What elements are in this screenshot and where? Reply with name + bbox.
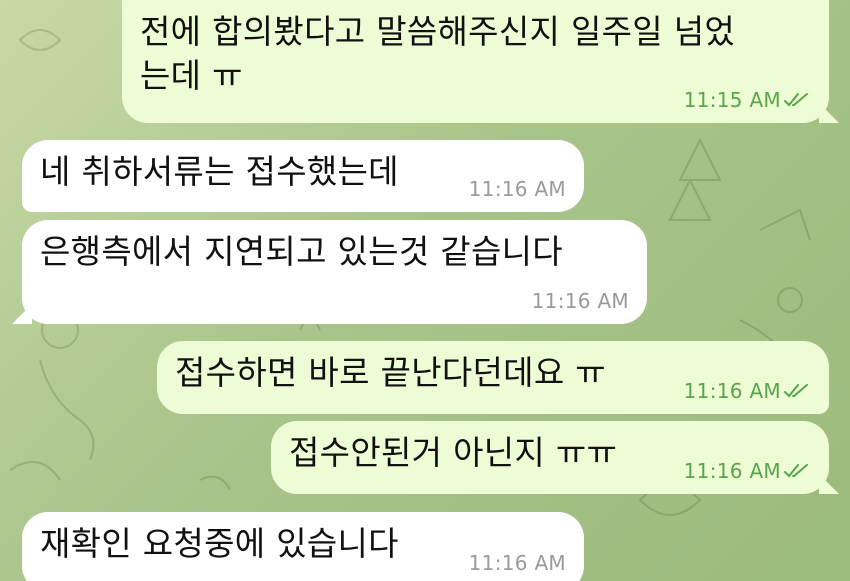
outgoing-message-bubble[interactable]: 접수하면 바로 끝난다던데요 ㅠ 11:16 AM <box>157 341 829 414</box>
outgoing-message-bubble[interactable]: 전에 합의봤다고 말씀해주신지 일주일 넘었 는데 ㅠ 11:15 AM <box>122 0 829 123</box>
chat-message-list[interactable]: 전에 합의봤다고 말씀해주신지 일주일 넘었 는데 ㅠ 11:15 AM 네 취… <box>0 0 850 581</box>
double-check-icon <box>784 384 808 398</box>
message-time: 11:16 AM <box>531 289 629 313</box>
outgoing-message-bubble[interactable]: 접수안된거 아닌지 ㅠㅠ 11:16 AM <box>271 421 829 494</box>
message-line: 은행측에서 지연되고 있는것 같습니다 <box>40 232 563 271</box>
message-meta: 11:16 AM <box>469 178 566 200</box>
message-time: 11:15 AM <box>683 88 781 112</box>
incoming-message-bubble[interactable]: 네 취하서류는 접수했는데 11:16 AM <box>22 140 584 212</box>
message-time: 11:16 AM <box>683 379 781 403</box>
message-time: 11:16 AM <box>468 551 566 575</box>
double-check-icon <box>784 464 808 478</box>
message-meta: 11:16 AM <box>532 290 629 312</box>
message-text: 전에 합의봤다고 말씀해주신지 일주일 넘었 는데 ㅠ <box>140 10 811 98</box>
double-check-icon <box>784 93 808 107</box>
message-time: 11:16 AM <box>683 459 781 483</box>
incoming-message-bubble[interactable]: 재확인 요청중에 있습니다 11:16 AM <box>22 512 584 581</box>
message-meta: 11:16 AM <box>684 460 811 482</box>
message-time: 11:16 AM <box>468 177 566 201</box>
message-meta: 11:16 AM <box>469 552 566 574</box>
incoming-message-bubble[interactable]: 은행측에서 지연되고 있는것 같습니다 11:16 AM <box>22 220 647 324</box>
message-meta: 11:15 AM <box>684 89 811 111</box>
message-meta: 11:16 AM <box>684 380 811 402</box>
message-line: 전에 합의봤다고 말씀해주신지 일주일 넘었 <box>140 12 736 51</box>
